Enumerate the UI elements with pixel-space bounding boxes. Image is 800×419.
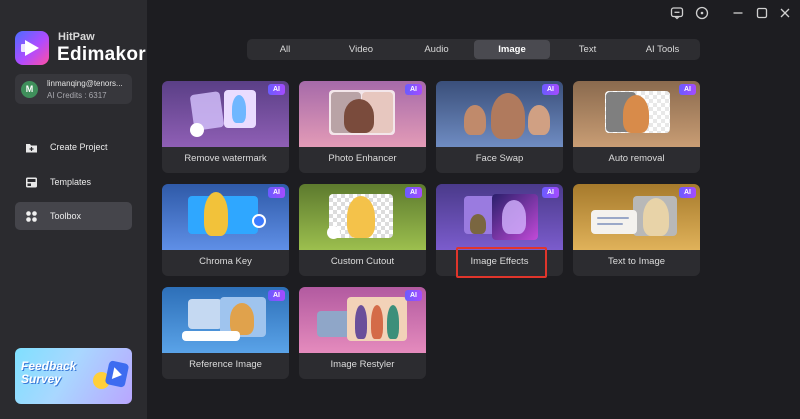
info-icon[interactable] [694, 5, 710, 21]
highlight-annotation [456, 247, 547, 278]
tool-card-remove-watermark[interactable]: AI Remove watermark [162, 81, 289, 173]
card-label: Auto removal [608, 153, 665, 164]
account-email: linmanqing@tenors... [47, 79, 123, 88]
tab-ai-tools[interactable]: AI Tools [625, 40, 700, 59]
ai-credits: AI Credits : 6317 [47, 91, 107, 100]
tab-text[interactable]: Text [550, 40, 625, 59]
ai-badge: AI [679, 187, 696, 198]
minimize-icon[interactable] [730, 5, 746, 21]
card-label: Photo Enhancer [328, 153, 397, 164]
templates-icon [26, 177, 37, 188]
sidebar-item-create-project[interactable]: Create Project [15, 133, 132, 161]
ai-badge: AI [268, 84, 285, 95]
close-icon[interactable] [777, 5, 793, 21]
toolbox-icon [26, 211, 37, 222]
play-icon [104, 360, 130, 388]
app-logo [15, 31, 49, 65]
ai-badge: AI [405, 84, 422, 95]
account-card[interactable]: M linmanqing@tenors... AI Credits : 6317 [15, 74, 132, 104]
tool-card-photo-enhancer[interactable]: AI Photo Enhancer [299, 81, 426, 173]
category-tabs: All Video Audio Image Text AI Tools [247, 39, 700, 60]
card-label: Image Restyler [330, 359, 395, 370]
maximize-icon[interactable] [754, 5, 770, 21]
tab-audio[interactable]: Audio [399, 40, 474, 59]
ai-badge: AI [542, 84, 559, 95]
ai-badge: AI [405, 187, 422, 198]
tool-card-auto-removal[interactable]: AI Auto removal [573, 81, 700, 173]
card-label: Reference Image [189, 359, 262, 370]
feedback-icon[interactable] [669, 5, 685, 21]
ai-badge: AI [268, 187, 285, 198]
tool-card-chroma-key[interactable]: AI Chroma Key [162, 184, 289, 276]
ai-badge: AI [679, 84, 696, 95]
tab-all[interactable]: All [247, 40, 323, 59]
tool-card-text-to-image[interactable]: AI Text to Image [573, 184, 700, 276]
card-label: Face Swap [475, 153, 524, 164]
tool-card-reference-image[interactable]: AI Reference Image [162, 287, 289, 379]
ai-badge: AI [268, 290, 285, 301]
sidebar-item-label: Create Project [50, 142, 108, 152]
tool-card-custom-cutout[interactable]: AI Custom Cutout [299, 184, 426, 276]
tab-image[interactable]: Image [474, 40, 550, 59]
avatar: M [21, 81, 38, 98]
brand-name-main: Edimakor [57, 44, 146, 65]
tool-card-face-swap[interactable]: AI Face Swap [436, 81, 563, 173]
card-label: Chroma Key [199, 256, 252, 267]
ai-badge: AI [405, 290, 422, 301]
sidebar-item-templates[interactable]: Templates [15, 168, 132, 196]
sidebar-item-label: Templates [50, 177, 92, 187]
folder-plus-icon [26, 144, 37, 153]
tool-card-image-restyler[interactable]: AI Image Restyler [299, 287, 426, 379]
card-label: Remove watermark [184, 153, 267, 164]
sidebar-item-label: Toolbox [50, 211, 82, 221]
brand-name-top: HitPaw [58, 31, 95, 43]
ai-badge: AI [542, 187, 559, 198]
card-label: Text to Image [607, 256, 666, 267]
card-label: Custom Cutout [330, 256, 395, 267]
feedback-survey-text: Feedback Survey [21, 359, 77, 386]
feedback-survey-banner[interactable]: Feedback Survey [15, 348, 132, 404]
sidebar: HitPaw Edimakor M linmanqing@tenors... A… [0, 0, 147, 419]
tab-video[interactable]: Video [323, 40, 399, 59]
sidebar-item-toolbox[interactable]: Toolbox [15, 202, 132, 230]
